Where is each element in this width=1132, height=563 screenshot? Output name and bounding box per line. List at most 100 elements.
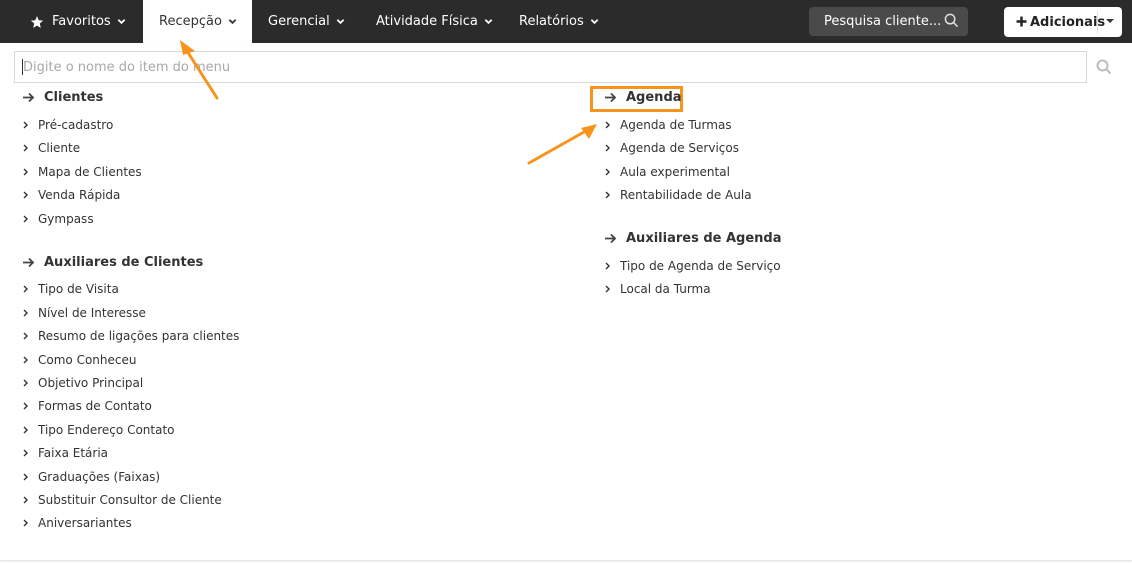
- menu-item-agenda-de-turmas[interactable]: Agenda de Turmas: [605, 118, 732, 132]
- menu-item-resumo-de-ligacoes[interactable]: Resumo de ligações para clientes: [23, 329, 239, 343]
- caret-down-icon[interactable]: [1106, 19, 1114, 23]
- arrow-right-icon: [604, 92, 617, 103]
- nav-recepcao-label: Recepção: [159, 14, 222, 29]
- menu-item-objetivo-principal[interactable]: Objetivo Principal: [23, 376, 143, 390]
- adicionais-button[interactable]: Adicionais: [1004, 7, 1122, 37]
- menu-item-formas-de-contato[interactable]: Formas de Contato: [23, 399, 152, 413]
- menu-item-label: Gympass: [38, 212, 94, 226]
- menu-item-label: Rentabilidade de Aula: [620, 188, 752, 202]
- menu-item-como-conheceu[interactable]: Como Conheceu: [23, 353, 136, 367]
- menu-item-label: Agenda de Serviços: [620, 141, 739, 155]
- top-navigation-bar: Favoritos Recepção Gerencial Atividade F…: [0, 0, 1132, 43]
- chevron-right-icon: [23, 332, 28, 340]
- text-cursor: [22, 59, 23, 75]
- menu-item-aula-experimental[interactable]: Aula experimental: [605, 165, 730, 179]
- menu-item-cliente[interactable]: Cliente: [23, 141, 80, 155]
- section-auxiliares-de-clientes: Auxiliares de Clientes: [22, 255, 203, 270]
- client-search-button[interactable]: Pesquisa cliente...: [809, 7, 968, 36]
- client-search-label: Pesquisa cliente...: [824, 14, 942, 29]
- recepcao-menu-panel: [0, 43, 1132, 560]
- plus-icon: [1016, 15, 1027, 30]
- menu-item-nivel-de-interesse[interactable]: Nível de Interesse: [23, 306, 146, 320]
- menu-item-tipo-de-agenda-de-servico[interactable]: Tipo de Agenda de Serviço: [605, 259, 781, 273]
- menu-item-rentabilidade-de-aula[interactable]: Rentabilidade de Aula: [605, 188, 752, 202]
- nav-recepcao[interactable]: Recepção: [143, 0, 252, 43]
- menu-item-venda-rapida[interactable]: Venda Rápida: [23, 188, 120, 202]
- chevron-right-icon: [605, 121, 610, 129]
- section-agenda-title: Agenda: [626, 90, 682, 105]
- chevron-right-icon: [23, 496, 28, 504]
- arrow-right-icon: [22, 92, 35, 103]
- search-icon: [944, 13, 959, 28]
- chevron-right-icon: [23, 473, 28, 481]
- menu-item-label: Aniversariantes: [38, 516, 132, 530]
- nav-gerencial-label: Gerencial: [268, 14, 330, 29]
- menu-item-label: Tipo Endereço Contato: [38, 423, 175, 437]
- chevron-down-icon: [117, 17, 126, 26]
- chevron-right-icon: [605, 191, 610, 199]
- menu-item-gympass[interactable]: Gympass: [23, 212, 94, 226]
- menu-item-aniversariantes[interactable]: Aniversariantes: [23, 516, 132, 530]
- chevron-right-icon: [23, 309, 28, 317]
- nav-atividade-fisica-label: Atividade Física: [376, 14, 478, 29]
- menu-item-mapa-de-clientes[interactable]: Mapa de Clientes: [23, 165, 142, 179]
- star-icon: [30, 15, 44, 29]
- menu-item-label: Agenda de Turmas: [620, 118, 732, 132]
- menu-item-agenda-de-servicos[interactable]: Agenda de Serviços: [605, 141, 739, 155]
- nav-favoritos-label: Favoritos: [52, 14, 111, 29]
- menu-item-faixa-etaria[interactable]: Faixa Etária: [23, 446, 108, 460]
- chevron-down-icon: [228, 17, 237, 26]
- menu-item-label: Como Conheceu: [38, 353, 137, 367]
- section-clientes-title: Clientes: [44, 90, 104, 105]
- chevron-right-icon: [23, 519, 28, 527]
- chevron-right-icon: [23, 168, 28, 176]
- nav-atividade-fisica[interactable]: Atividade Física: [376, 0, 493, 43]
- menu-item-pre-cadastro[interactable]: Pré-cadastro: [23, 118, 113, 132]
- chevron-right-icon: [23, 121, 28, 129]
- menu-item-tipo-endereco-contato[interactable]: Tipo Endereço Contato: [23, 423, 175, 437]
- search-icon[interactable]: [1096, 59, 1112, 75]
- menu-item-label: Cliente: [38, 141, 81, 155]
- chevron-right-icon: [23, 285, 28, 293]
- chevron-down-icon: [484, 17, 493, 26]
- section-auxiliares-de-clientes-title: Auxiliares de Clientes: [44, 255, 204, 270]
- section-auxiliares-de-agenda-title: Auxiliares de Agenda: [626, 231, 782, 246]
- adicionais-label: Adicionais: [1030, 14, 1106, 30]
- menu-search-input[interactable]: [14, 51, 1087, 83]
- chevron-right-icon: [605, 144, 610, 152]
- menu-item-graduacoes[interactable]: Graduações (Faixas): [23, 470, 160, 484]
- chevron-right-icon: [23, 379, 28, 387]
- section-clientes: Clientes: [22, 90, 103, 105]
- menu-item-label: Faixa Etária: [38, 446, 109, 460]
- menu-item-label: Aula experimental: [620, 165, 730, 179]
- section-agenda: Agenda: [604, 90, 682, 105]
- menu-item-tipo-de-visita[interactable]: Tipo de Visita: [23, 282, 119, 296]
- chevron-right-icon: [23, 402, 28, 410]
- nav-relatorios-label: Relatórios: [519, 14, 584, 29]
- menu-item-label: Substituir Consultor de Cliente: [38, 493, 222, 507]
- chevron-right-icon: [605, 285, 610, 293]
- chevron-down-icon: [336, 17, 345, 26]
- menu-item-local-da-turma[interactable]: Local da Turma: [605, 282, 711, 296]
- chevron-right-icon: [23, 449, 28, 457]
- section-auxiliares-de-agenda: Auxiliares de Agenda: [604, 231, 782, 246]
- nav-relatorios[interactable]: Relatórios: [519, 0, 599, 43]
- arrow-right-icon: [22, 257, 35, 268]
- menu-item-label: Tipo de Agenda de Serviço: [620, 259, 781, 273]
- menu-item-label: Nível de Interesse: [38, 306, 146, 320]
- chevron-down-icon: [590, 17, 599, 26]
- menu-item-substituir-consultor[interactable]: Substituir Consultor de Cliente: [23, 493, 222, 507]
- menu-item-label: Resumo de ligações para clientes: [38, 329, 240, 343]
- menu-item-label: Tipo de Visita: [38, 282, 119, 296]
- button-divider: [1097, 11, 1098, 33]
- nav-favoritos[interactable]: Favoritos: [30, 0, 126, 43]
- menu-item-label: Mapa de Clientes: [38, 165, 142, 179]
- nav-gerencial[interactable]: Gerencial: [268, 0, 345, 43]
- chevron-right-icon: [605, 262, 610, 270]
- arrow-right-icon: [604, 233, 617, 244]
- menu-item-label: Formas de Contato: [38, 399, 152, 413]
- chevron-right-icon: [23, 426, 28, 434]
- menu-item-label: Pré-cadastro: [38, 118, 114, 132]
- menu-item-label: Venda Rápida: [38, 188, 121, 202]
- menu-item-label: Objetivo Principal: [38, 376, 144, 390]
